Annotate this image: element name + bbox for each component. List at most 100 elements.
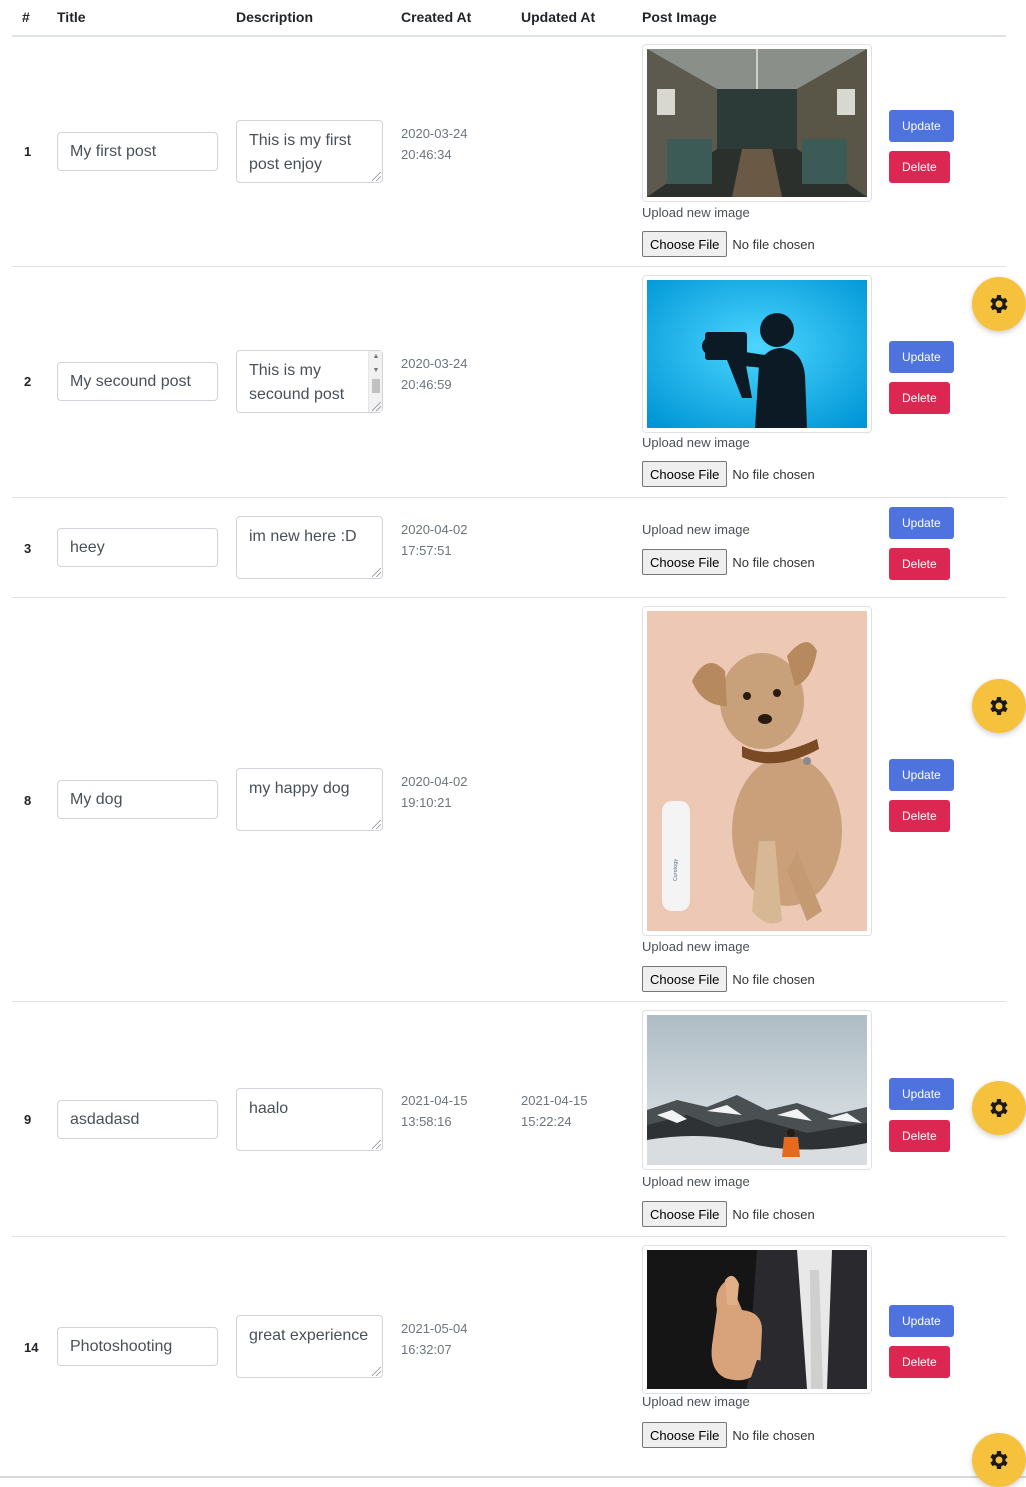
table-row: 8 my happy dog 2020-04-02 19:10:21 [12,598,1006,1002]
description-field-wrap: This is my secound post ▲ ▼ [236,350,383,413]
header-updated-at: Updated At [521,9,596,25]
post-id: 8 [24,793,32,808]
table-header: # Title Description Created At Updated A… [12,0,1006,37]
created-time: 16:32:07 [401,1342,452,1357]
updated-date: 2021-04-15 [521,1093,588,1108]
header-post-image: Post Image [642,9,717,25]
file-input: Choose File No file chosen [642,549,815,575]
delete-button[interactable]: Delete [889,151,950,183]
delete-button[interactable]: Delete [889,1346,950,1378]
created-time: 20:46:59 [401,377,452,392]
file-input: Choose File No file chosen [642,1201,815,1227]
file-input: Choose File No file chosen [642,1422,815,1448]
description-field-wrap: my happy dog [236,768,383,831]
description-textarea[interactable]: my happy dog [236,768,383,831]
updated-at: 2021-04-15 15:22:24 [521,1090,588,1132]
update-button[interactable]: Update [889,1305,954,1337]
post-image [647,1250,867,1389]
title-input[interactable] [57,780,218,819]
resize-grip-icon[interactable] [372,1140,381,1149]
file-input: Choose File No file chosen [642,966,815,992]
delete-button[interactable]: Delete [889,548,950,580]
posts-table: # Title Description Created At Updated A… [12,0,1006,1477]
header-description: Description [236,9,314,25]
title-input[interactable] [57,1327,218,1366]
created-time: 13:58:16 [401,1114,452,1129]
created-date: 2020-03-24 [401,356,468,371]
title-input[interactable] [57,528,218,567]
title-input[interactable] [57,132,218,171]
choose-file-button[interactable]: Choose File [642,461,728,487]
upload-new-image-label: Upload new image [642,1394,750,1409]
resize-grip-icon[interactable] [372,568,381,577]
no-file-chosen: No file chosen [732,1206,815,1222]
scroll-thumb[interactable] [372,379,380,393]
delete-button[interactable]: Delete [889,382,950,414]
created-date: 2020-04-02 [401,774,468,789]
description-textarea[interactable]: great experience [236,1315,383,1378]
table-row: 9 haalo 2021-04-15 13:58:16 2021-04-15 1… [12,1002,1006,1237]
updated-time: 15:22:24 [521,1114,572,1129]
post-id: 9 [24,1112,32,1127]
upload-new-image-label: Upload new image [642,522,750,537]
description-textarea[interactable]: haalo [236,1088,383,1151]
title-input[interactable] [57,362,218,401]
created-date: 2021-04-15 [401,1093,468,1108]
post-id: 3 [24,541,32,556]
description-textarea[interactable]: This is my secound post [236,350,383,413]
header-id: # [22,9,30,25]
choose-file-button[interactable]: Choose File [642,966,728,992]
resize-grip-icon[interactable] [372,1367,381,1376]
description-field-wrap: im new here :D [236,516,383,579]
upload-new-image-label: Upload new image [642,435,750,450]
settings-fab[interactable] [972,679,1026,733]
created-at: 2020-03-24 20:46:59 [401,353,468,395]
created-at: 2021-05-04 16:32:07 [401,1318,468,1360]
gear-icon [990,295,1008,313]
svg-text:Curology: Curology [673,859,679,881]
post-image-frame: Curology [642,606,872,936]
created-at: 2020-03-24 20:46:34 [401,123,468,165]
created-at: 2020-04-02 17:57:51 [401,519,468,561]
choose-file-button[interactable]: Choose File [642,1201,728,1227]
delete-button[interactable]: Delete [889,1120,950,1152]
description-textarea[interactable]: This is my first post enjoy [236,120,383,183]
description-textarea[interactable]: im new here :D [236,516,383,579]
choose-file-button[interactable]: Choose File [642,231,728,257]
no-file-chosen: No file chosen [732,554,815,570]
post-image-frame [642,1245,872,1394]
page-bottom-divider [0,1476,1026,1478]
delete-button[interactable]: Delete [889,800,950,832]
resize-grip-icon[interactable] [372,172,381,181]
no-file-chosen: No file chosen [732,466,815,482]
created-at: 2021-04-15 13:58:16 [401,1090,468,1132]
no-file-chosen: No file chosen [732,971,815,987]
gear-icon [990,1099,1008,1117]
update-button[interactable]: Update [889,759,954,791]
created-at: 2020-04-02 19:10:21 [401,771,468,813]
scroll-down-icon[interactable]: ▼ [369,365,383,377]
resize-grip-icon[interactable] [372,820,381,829]
upload-new-image-label: Upload new image [642,1174,750,1189]
file-input: Choose File No file chosen [642,461,815,487]
created-date: 2021-05-04 [401,1321,468,1336]
post-id: 1 [24,144,32,159]
settings-fab[interactable] [972,277,1026,331]
post-image-frame [642,1010,872,1170]
update-button[interactable]: Update [889,110,954,142]
update-button[interactable]: Update [889,341,954,373]
table-row: 2 This is my secound post ▲ ▼ 2020-03-24… [12,267,1006,498]
created-time: 20:46:34 [401,147,452,162]
update-button[interactable]: Update [889,1078,954,1110]
title-input[interactable] [57,1100,218,1139]
scroll-up-icon[interactable]: ▲ [369,351,383,363]
created-date: 2020-03-24 [401,126,468,141]
created-time: 19:10:21 [401,795,452,810]
choose-file-button[interactable]: Choose File [642,549,728,575]
resize-grip-icon[interactable] [372,402,381,411]
description-field-wrap: haalo [236,1088,383,1151]
no-file-chosen: No file chosen [732,236,815,252]
update-button[interactable]: Update [889,507,954,539]
choose-file-button[interactable]: Choose File [642,1422,728,1448]
settings-fab[interactable] [972,1081,1026,1135]
